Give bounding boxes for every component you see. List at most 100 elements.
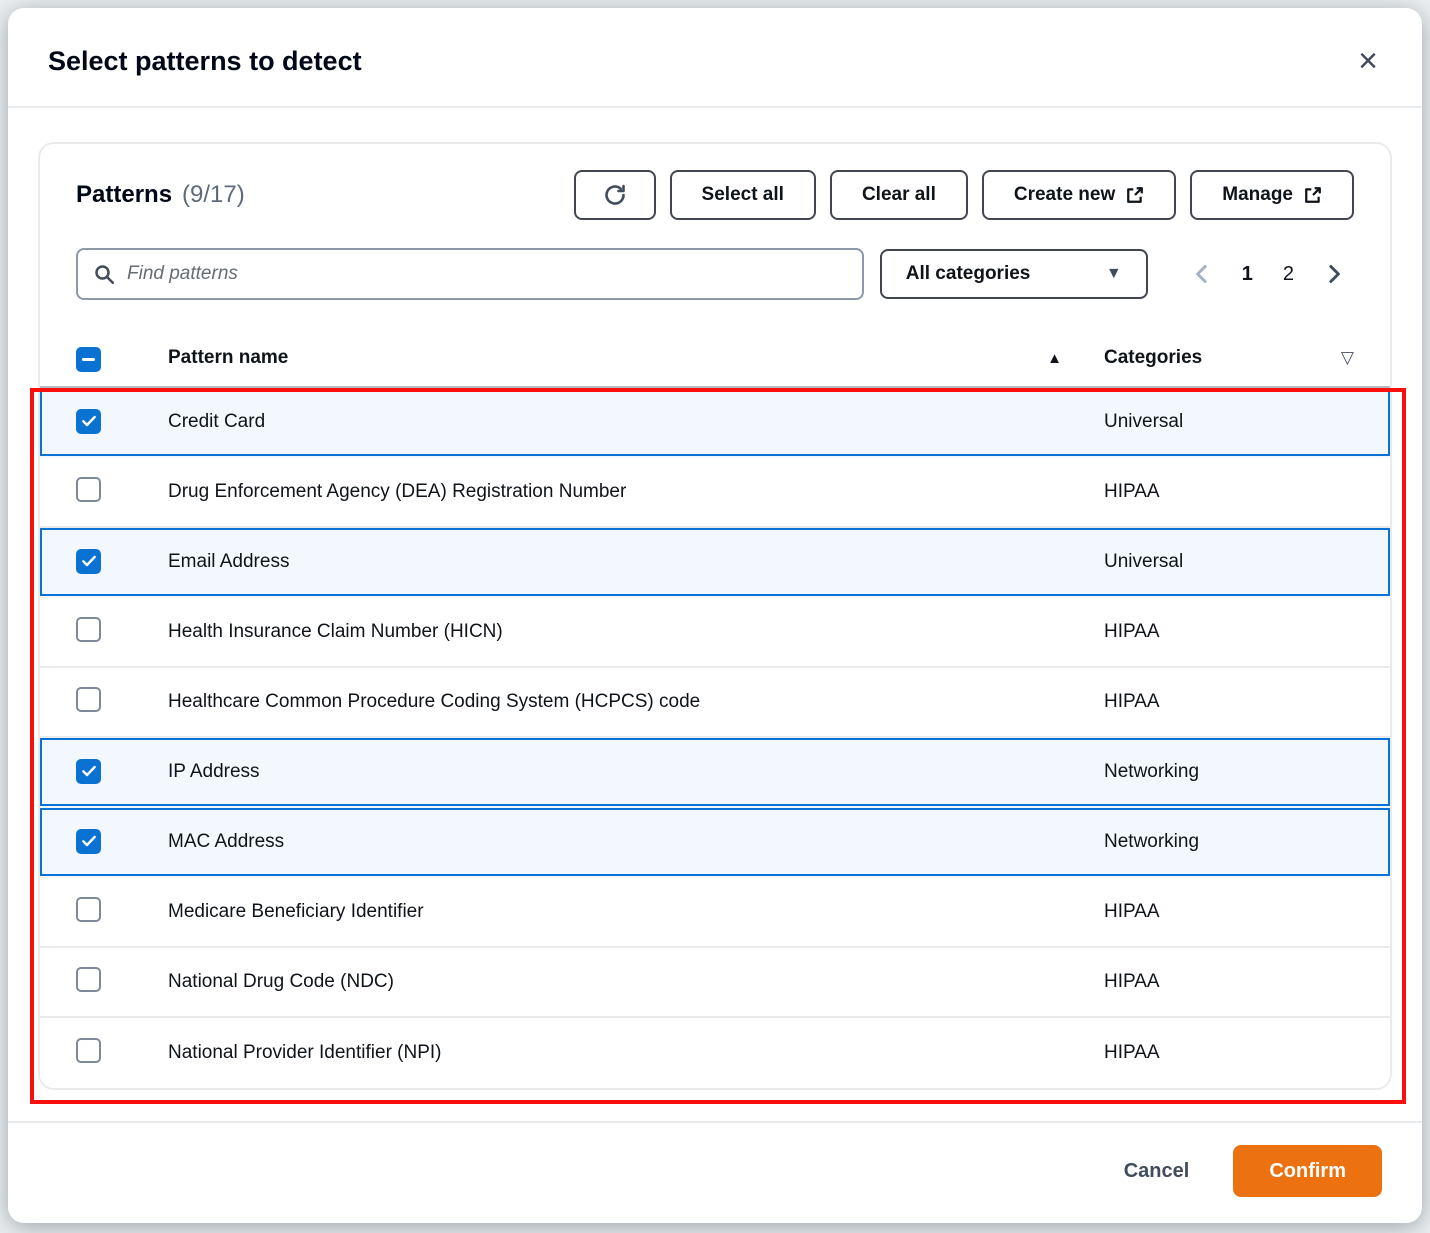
cancel-button[interactable]: Cancel	[1118, 1159, 1196, 1184]
create-new-button[interactable]: Create new	[981, 170, 1177, 220]
modal-header: Select patterns to detect ×	[8, 8, 1422, 108]
table-row[interactable]: Email Address Universal	[40, 528, 1390, 598]
close-icon: ×	[1358, 42, 1378, 80]
row-checkbox-cell	[76, 828, 168, 856]
name-column-label: Pattern name	[168, 347, 289, 368]
table-row[interactable]: National Drug Code (NDC) HIPAA	[40, 948, 1390, 1018]
row-checkbox[interactable]	[76, 408, 101, 434]
search-box[interactable]	[76, 248, 864, 300]
pattern-category: Networking	[1104, 761, 1200, 782]
row-checkbox[interactable]	[76, 616, 101, 642]
filter-icon[interactable]: ▽	[1341, 348, 1354, 368]
chevron-right-icon	[1329, 265, 1340, 283]
row-checkbox-cell	[76, 896, 168, 928]
pattern-name: Medicare Beneficiary Identifier	[168, 901, 424, 922]
manage-button[interactable]: Manage	[1190, 170, 1354, 220]
pattern-name: Credit Card	[168, 411, 266, 432]
patterns-panel: Patterns (9/17) Select all Clear all Cre…	[38, 142, 1392, 1090]
row-checkbox-cell	[76, 686, 168, 718]
manage-label: Manage	[1222, 184, 1293, 205]
patterns-table: Pattern name ▲ Categories ▽ Credit Card U…	[40, 330, 1390, 1088]
filter-row: All categories ▼ 1 2	[40, 248, 1390, 300]
pattern-category: HIPAA	[1104, 691, 1160, 712]
check-icon	[81, 416, 96, 427]
panel-title: Patterns	[76, 181, 173, 208]
row-checkbox-cell	[76, 1037, 168, 1069]
table-header-row: Pattern name ▲ Categories ▽	[40, 330, 1390, 388]
pattern-name: Drug Enforcement Agency (DEA) Registrati…	[168, 481, 627, 502]
row-checkbox-cell	[76, 758, 168, 786]
pattern-name: National Drug Code (NDC)	[168, 971, 394, 992]
external-link-icon	[1127, 187, 1144, 203]
toolbar-actions: Select all Clear all Create new Manage	[573, 170, 1354, 220]
row-checkbox-cell	[76, 408, 168, 436]
select-all-button[interactable]: Select all	[669, 170, 816, 220]
patterns-toolbar: Patterns (9/17) Select all Clear all Cre…	[40, 144, 1390, 220]
categories-column-header[interactable]: Categories ▽	[1104, 347, 1354, 369]
refresh-icon	[604, 184, 625, 205]
name-column-header[interactable]: Pattern name ▲	[168, 347, 1104, 369]
categories-column-label: Categories	[1104, 347, 1203, 368]
create-new-label: Create new	[1013, 184, 1116, 205]
row-checkbox[interactable]	[76, 1037, 101, 1063]
row-checkbox[interactable]	[76, 828, 101, 854]
panel-counter: (9/17)	[182, 181, 245, 208]
search-icon	[95, 265, 114, 284]
table-row[interactable]: Healthcare Common Procedure Coding Syste…	[40, 668, 1390, 738]
pattern-category: Networking	[1104, 831, 1200, 852]
pattern-name: National Provider Identifier (NPI)	[168, 1042, 442, 1063]
table-row[interactable]: National Provider Identifier (NPI) HIPAA	[40, 1018, 1390, 1088]
row-checkbox[interactable]	[76, 896, 101, 922]
modal-title: Select patterns to detect	[48, 46, 362, 76]
panel-heading: Patterns (9/17)	[76, 181, 245, 209]
pattern-name: Email Address	[168, 551, 290, 572]
pattern-category: Universal	[1104, 551, 1184, 572]
patterns-table-body: Credit Card Universal Drug Enforcement Age…	[40, 388, 1390, 1088]
refresh-button[interactable]	[573, 170, 656, 220]
page-2-button[interactable]: 2	[1273, 257, 1304, 292]
row-checkbox[interactable]	[76, 548, 101, 574]
pattern-category: HIPAA	[1104, 481, 1160, 502]
row-checkbox-cell	[76, 548, 168, 576]
row-checkbox-cell	[76, 616, 168, 648]
row-checkbox[interactable]	[76, 966, 101, 992]
table-row[interactable]: IP Address Networking	[40, 738, 1390, 808]
table-row[interactable]: MAC Address Networking	[40, 808, 1390, 878]
pattern-name: IP Address	[168, 761, 260, 782]
table-row[interactable]: Medicare Beneficiary Identifier HIPAA	[40, 878, 1390, 948]
select-all-checkbox[interactable]	[76, 346, 101, 372]
search-input[interactable]	[125, 262, 846, 286]
row-checkbox[interactable]	[76, 686, 101, 712]
pattern-category: HIPAA	[1104, 1042, 1160, 1063]
table-row[interactable]: Credit Card Universal	[40, 388, 1390, 458]
category-filter-label: All categories	[905, 263, 1031, 284]
row-checkbox[interactable]	[76, 758, 101, 784]
confirm-button[interactable]: Confirm	[1233, 1145, 1382, 1197]
pattern-category: HIPAA	[1104, 901, 1160, 922]
clear-all-button[interactable]: Clear all	[829, 170, 968, 220]
pattern-category: Universal	[1104, 411, 1184, 432]
check-icon	[81, 766, 96, 777]
modal-footer: Cancel Confirm	[8, 1121, 1422, 1223]
row-checkbox[interactable]	[76, 476, 101, 502]
external-link-icon	[1305, 187, 1321, 203]
pattern-category: HIPAA	[1104, 621, 1160, 642]
chevron-left-icon	[1195, 265, 1207, 283]
table-row[interactable]: Drug Enforcement Agency (DEA) Registrati…	[40, 458, 1390, 528]
pattern-name: Health Insurance Claim Number (HICN)	[168, 621, 503, 642]
clear-all-label: Clear all	[861, 184, 936, 205]
row-checkbox-cell	[76, 966, 168, 998]
sort-ascending-icon[interactable]: ▲	[1047, 350, 1062, 367]
pattern-name: Healthcare Common Procedure Coding Syste…	[168, 691, 701, 712]
category-filter-dropdown[interactable]: All categories ▼	[879, 249, 1148, 299]
pagination: 1 2	[1182, 257, 1354, 292]
select-all-label: Select all	[701, 184, 784, 205]
table-row[interactable]: Health Insurance Claim Number (HICN) HIPA…	[40, 598, 1390, 668]
pattern-name: MAC Address	[168, 831, 285, 852]
pattern-category: HIPAA	[1104, 971, 1160, 992]
previous-page-button[interactable]	[1182, 258, 1222, 290]
next-page-button[interactable]	[1314, 258, 1354, 290]
modal-body: Patterns (9/17) Select all Clear all Cre…	[8, 108, 1422, 1090]
close-button[interactable]: ×	[1354, 44, 1382, 78]
page-1-button[interactable]: 1	[1232, 257, 1263, 292]
